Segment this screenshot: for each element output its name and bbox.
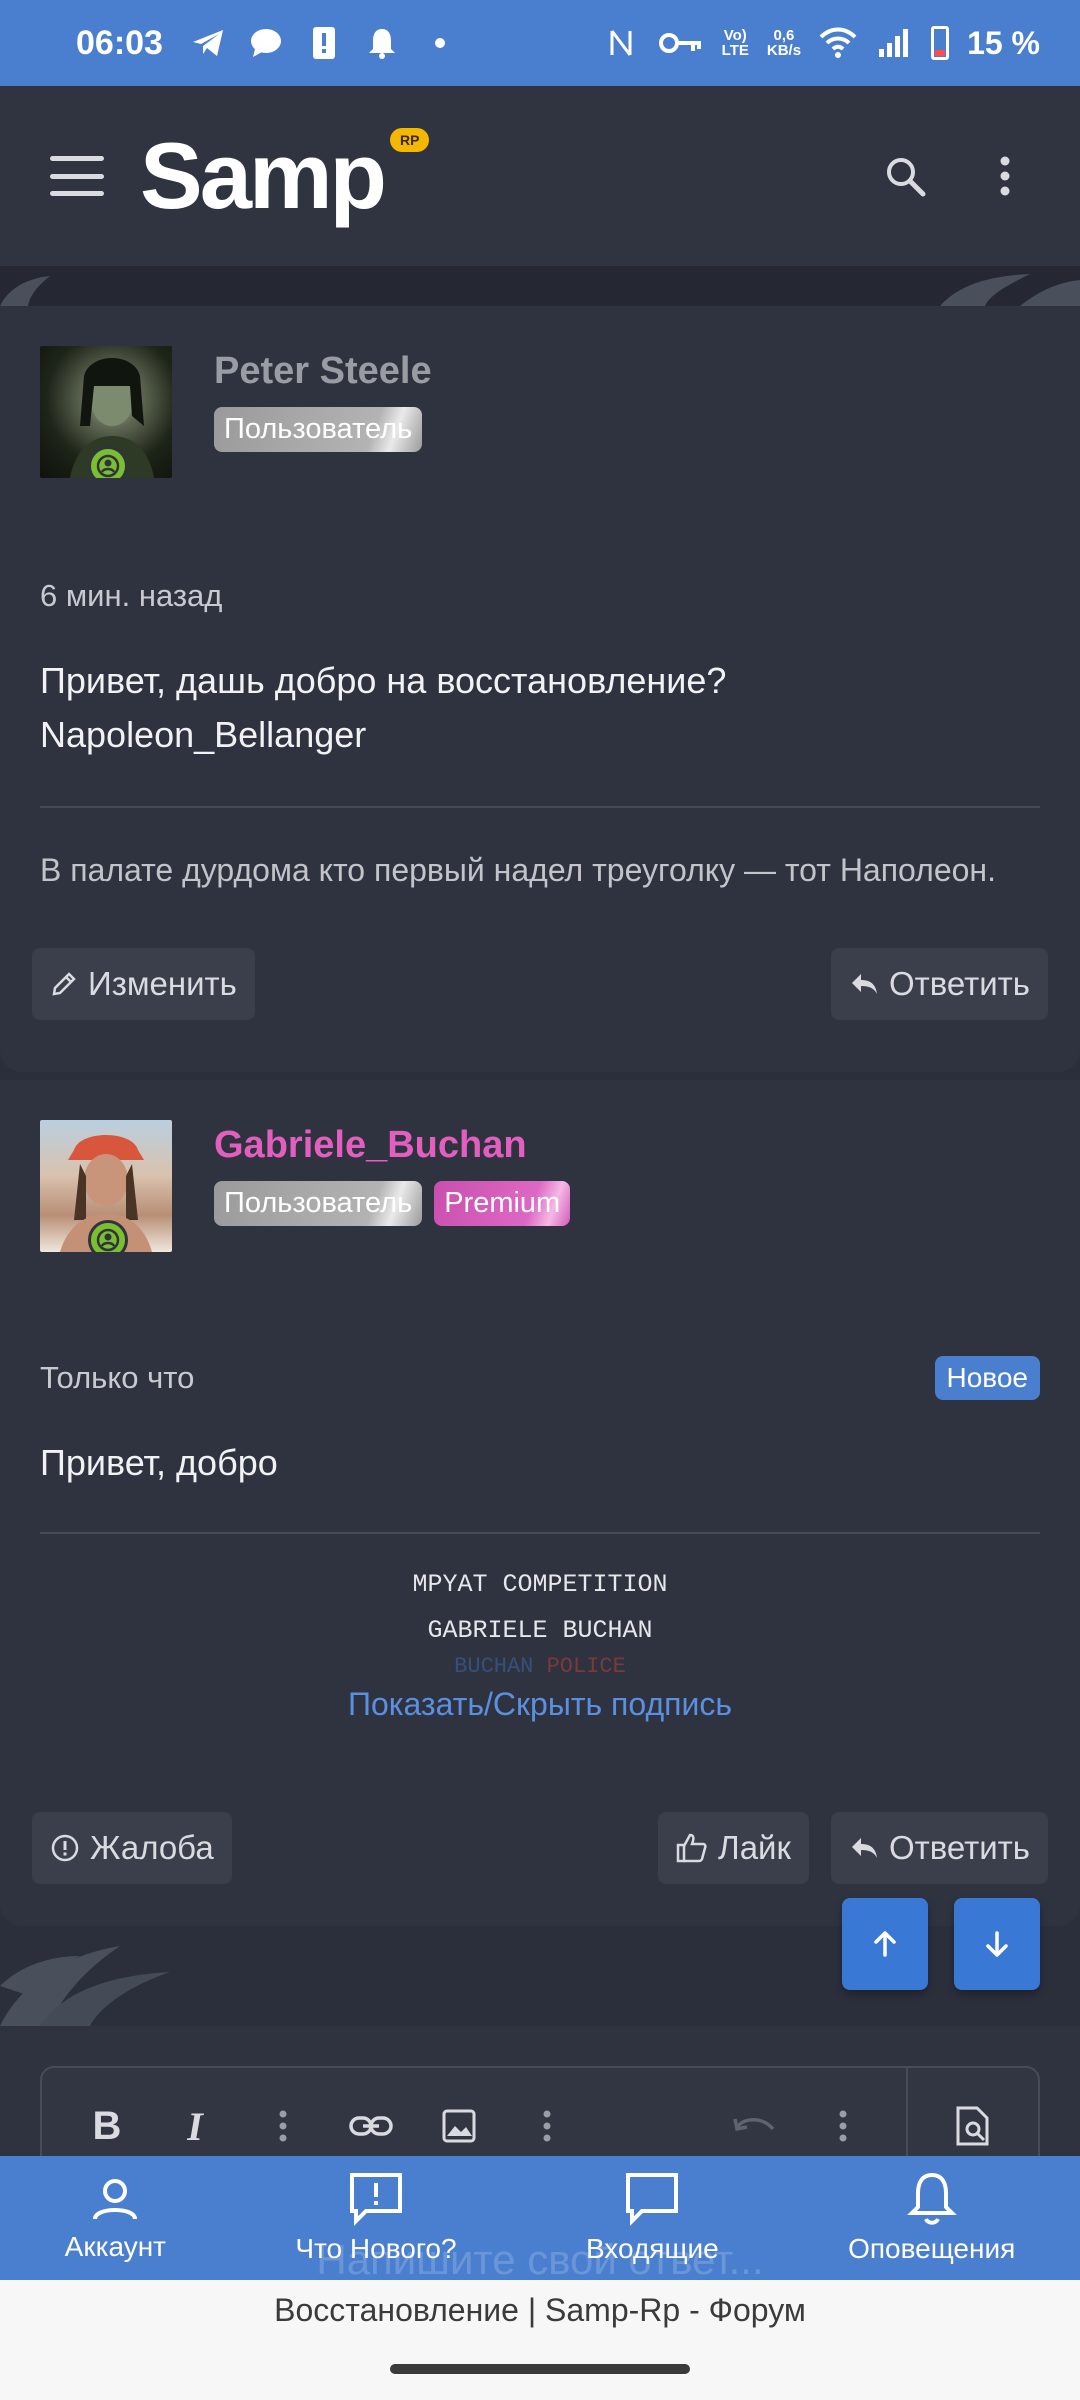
page-title: Восстановление | Samp-Rp - Форум <box>274 2292 806 2328</box>
post-divider <box>40 806 1040 808</box>
post-time[interactable]: 6 мин. назад <box>40 578 222 614</box>
telegram-icon <box>189 24 227 62</box>
edit-button[interactable]: Изменить <box>32 948 255 1020</box>
whats-new-icon <box>349 2173 402 2226</box>
more-vertical-icon[interactable] <box>818 2101 868 2151</box>
status-bar: 06:03 Vo) LTE 0,6 KB/s 15 % <box>0 0 1080 86</box>
notification-bell-icon <box>363 24 401 62</box>
thumbs-up-icon <box>676 1833 707 1863</box>
preview-icon[interactable] <box>948 2101 998 2151</box>
reply-icon <box>851 1838 877 1858</box>
vpn-key-icon <box>658 24 704 62</box>
top-nav: Samp RP <box>0 86 1080 266</box>
alert-circle-icon <box>51 1834 79 1862</box>
post: Peter Steele Пользователь 6 мин. назад П… <box>0 306 1080 1072</box>
background-strip <box>0 266 1080 306</box>
home-indicator[interactable] <box>390 2364 690 2374</box>
chat-bubble-icon <box>247 24 285 62</box>
post: Gabriele_Buchan Пользователь Premium Тол… <box>0 1080 1080 1926</box>
reply-icon <box>851 974 877 994</box>
online-status-icon <box>88 1220 128 1252</box>
user-badge: Пользователь <box>214 1181 423 1226</box>
clock: 06:03 <box>76 23 163 62</box>
search-icon[interactable] <box>880 151 930 201</box>
like-button[interactable]: Лайк <box>658 1812 809 1884</box>
post-divider <box>40 1532 1040 1534</box>
signal-icon <box>875 24 913 62</box>
nfc-icon <box>602 24 640 62</box>
background-strip <box>0 1926 1080 2026</box>
hamburger-menu-icon[interactable] <box>50 156 104 196</box>
link-icon[interactable] <box>346 2101 396 2151</box>
premium-badge: Premium <box>434 1181 571 1226</box>
palm-leaves-decoration <box>0 1946 170 2026</box>
inbox-icon <box>626 2173 679 2226</box>
online-status-icon <box>88 446 128 478</box>
bold-icon[interactable]: B <box>82 2101 132 2151</box>
reply-button[interactable]: Ответить <box>830 948 1048 1020</box>
avatar[interactable] <box>40 346 172 478</box>
signature: В палате дурдома кто первый надел треуго… <box>40 852 996 888</box>
pencil-icon <box>52 972 76 996</box>
site-logo[interactable]: Samp RP <box>140 122 430 230</box>
more-vertical-icon[interactable] <box>522 2101 572 2151</box>
reply-button[interactable]: Ответить <box>830 1812 1048 1884</box>
palm-leaves-decoration <box>0 274 1080 306</box>
more-vertical-icon[interactable] <box>980 151 1030 201</box>
volte-indicator: Vo) LTE <box>721 27 749 59</box>
author-name[interactable]: Peter Steele <box>214 350 432 393</box>
post-body: Привет, добро <box>40 1442 278 1483</box>
post-body: Привет, дашь добро на восстановление? Na… <box>40 660 727 755</box>
logo-badge: RP <box>390 128 430 152</box>
italic-icon[interactable]: I <box>170 2101 220 2151</box>
battery-icon <box>931 26 950 60</box>
toggle-signature-link[interactable]: Показать/Скрыть подпись <box>40 1686 1040 1723</box>
signature: MPYAT COMPETITION GABRIELE BUCHAN BUCHAN… <box>412 1570 668 1679</box>
wifi-icon <box>819 24 857 62</box>
nav-notifications[interactable]: Оповещения <box>848 2171 1015 2265</box>
more-vertical-icon[interactable] <box>258 2101 308 2151</box>
nav-inbox[interactable]: Входящие <box>586 2171 719 2265</box>
undo-icon[interactable] <box>730 2101 780 2151</box>
new-badge: Новое <box>934 1356 1040 1400</box>
user-icon <box>93 2179 138 2220</box>
avatar[interactable] <box>40 1120 172 1252</box>
browser-title-bar: Восстановление | Samp-Rp - Форум <box>0 2280 1080 2400</box>
network-speed: 0,6 KB/s <box>766 27 802 59</box>
battery-percent: 15 % <box>967 24 1040 61</box>
report-button[interactable]: Жалоба <box>32 1812 232 1884</box>
nav-whats-new[interactable]: Что Нового? <box>295 2171 457 2265</box>
bottom-nav: Аккаунт Что Нового? Входящие Оповещения <box>0 2156 1080 2280</box>
user-badge: Пользователь <box>214 407 423 452</box>
dot-icon <box>421 24 459 62</box>
image-icon[interactable] <box>434 2101 484 2151</box>
author-name[interactable]: Gabriele_Buchan <box>214 1124 570 1167</box>
post-time[interactable]: Только что <box>40 1360 194 1396</box>
nav-account[interactable]: Аккаунт <box>65 2173 166 2263</box>
bell-icon <box>906 2172 957 2225</box>
alert-card-icon <box>305 24 343 62</box>
